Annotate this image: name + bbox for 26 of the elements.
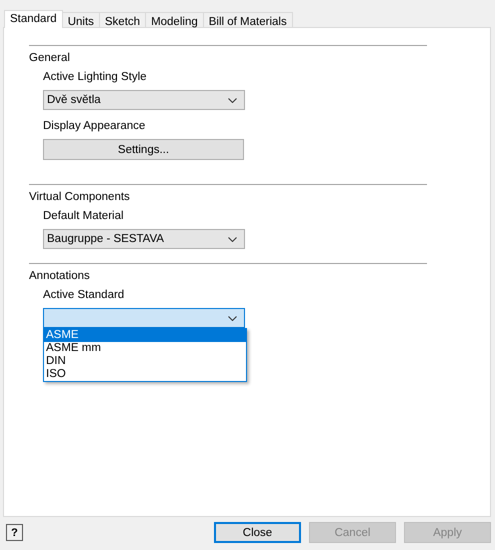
section-title: General (29, 52, 70, 64)
dropdown-option[interactable]: DIN (44, 355, 246, 368)
section-title: Virtual Components (29, 191, 130, 203)
dialog-button[interactable]: Close (214, 522, 301, 543)
chevron-down-icon (228, 98, 237, 103)
dropdown[interactable]: Dvě světla (43, 90, 245, 110)
tab[interactable]: Sketch (98, 12, 146, 27)
dropdown-option[interactable]: ASME mm (44, 342, 246, 355)
tab[interactable]: Units (62, 12, 100, 27)
help-button[interactable]: ? (6, 524, 23, 541)
dropdown-value: Dvě světla (47, 94, 101, 106)
tab[interactable]: Modeling (145, 12, 204, 27)
settings-button[interactable]: Settings... (43, 139, 244, 160)
chevron-down-icon (228, 316, 237, 321)
chevron-down-icon (228, 237, 237, 242)
dropdown-option[interactable]: ISO (44, 368, 246, 381)
field-label: Default Material (43, 210, 124, 222)
tab[interactable]: Bill of Materials (202, 12, 293, 27)
dropdown[interactable]: Baugruppe - SESTAVA (43, 229, 245, 249)
dropdown-option[interactable]: ASME (44, 329, 246, 342)
field-label: Display Appearance (43, 120, 146, 132)
tab[interactable]: Standard (4, 10, 63, 28)
dropdown-value: Baugruppe - SESTAVA (47, 233, 164, 245)
section-title: Annotations (29, 270, 90, 282)
field-label: Active Standard (43, 289, 124, 301)
field-label: Active Lighting Style (43, 71, 147, 83)
